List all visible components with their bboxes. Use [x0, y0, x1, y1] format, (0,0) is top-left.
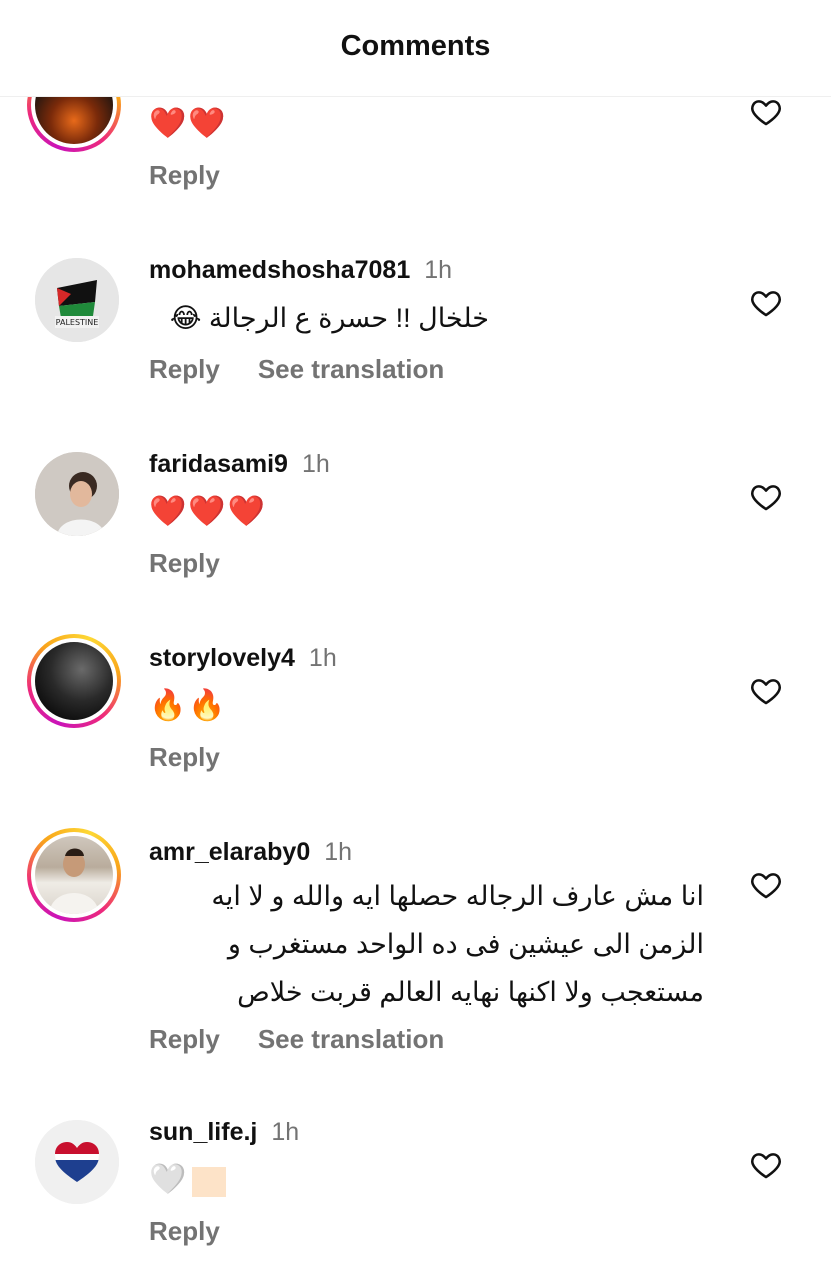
comment-username[interactable]: storylovely4 1h	[149, 644, 337, 673]
reply-button[interactable]: Reply	[149, 742, 220, 772]
comment-text: 🔥🔥	[149, 688, 228, 723]
comment-time: 1h	[308, 644, 337, 672]
heart-outline-icon[interactable]	[748, 1148, 784, 1182]
avatar[interactable]	[27, 828, 121, 922]
comment-text: 🤍	[149, 1156, 704, 1204]
comment-actions: Reply See translation	[149, 1024, 482, 1055]
comment-actions: Reply	[149, 1216, 258, 1247]
comment-username[interactable]: amr_elaraby0 1h	[149, 838, 352, 867]
heart-outline-icon[interactable]	[748, 286, 784, 320]
heart-outline-icon[interactable]	[748, 95, 784, 129]
comment-time: 1h	[324, 838, 353, 866]
comment-text: انا مش عارف الرجاله حصلها ايه والله و لا…	[211, 881, 704, 1007]
comment-actions: Reply	[149, 548, 258, 579]
comment-username[interactable]: faridasami9 1h	[149, 450, 330, 479]
page-title: Comments	[340, 30, 491, 62]
avatar[interactable]: PALESTINE	[35, 258, 119, 342]
comment-username[interactable]: mohamedshosha7081 1h	[149, 256, 452, 285]
unrendered-emoji	[192, 1166, 227, 1197]
comment-time: 1h	[271, 1118, 300, 1146]
avatar[interactable]	[35, 1120, 119, 1204]
comment-actions: Reply	[149, 160, 258, 191]
comment-text: ❤️❤️	[149, 106, 228, 141]
avatar-image	[35, 452, 119, 536]
reply-button[interactable]: Reply	[149, 548, 220, 578]
comments-list[interactable]: ❤️❤️ Reply PALESTINE mohamedshosha7081 1h…	[0, 0, 831, 1280]
comment-time: 1h	[424, 256, 453, 284]
comment-time: 1h	[301, 450, 330, 478]
comment-actions: Reply See translation	[149, 354, 482, 385]
avatar-caption: PALESTINE	[56, 318, 99, 327]
avatar[interactable]	[27, 634, 121, 728]
avatar[interactable]	[35, 452, 119, 536]
comment-username[interactable]: sun_life.j 1h	[149, 1118, 299, 1147]
avatar-image	[49, 848, 99, 914]
reply-button[interactable]: Reply	[149, 160, 220, 190]
palestine-avatar-image: PALESTINE	[35, 258, 119, 342]
comment-text: خلخال !! حسرة ع الرجالة 😂	[169, 303, 489, 333]
reply-button[interactable]: Reply	[149, 1216, 220, 1246]
reply-button[interactable]: Reply	[149, 354, 220, 384]
heart-outline-icon[interactable]	[748, 480, 784, 514]
reply-button[interactable]: Reply	[149, 1024, 220, 1054]
heart-outline-icon[interactable]	[748, 674, 784, 708]
see-translation-button[interactable]: See translation	[258, 354, 444, 384]
flag-heart-avatar-image	[35, 1120, 119, 1204]
comment-text: ❤️❤️❤️	[149, 494, 268, 529]
comments-header: Comments	[0, 0, 831, 97]
heart-outline-icon[interactable]	[748, 868, 784, 902]
see-translation-button[interactable]: See translation	[258, 1024, 444, 1054]
comment-actions: Reply	[149, 742, 258, 773]
